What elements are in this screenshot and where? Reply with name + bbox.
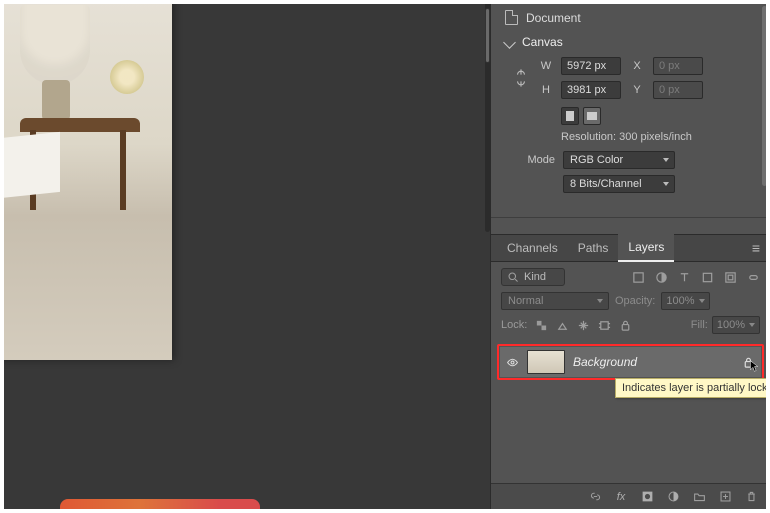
lock-label: Lock: xyxy=(501,319,527,331)
tab-layers[interactable]: Layers xyxy=(618,234,674,262)
layers-bottom-bar: fx xyxy=(491,483,770,509)
dock-fragment xyxy=(60,499,260,509)
lock-tooltip: Indicates layer is partially locked xyxy=(615,378,770,398)
properties-panel: Document Canvas W 5972 px X 0 px H 3981 … xyxy=(490,0,770,513)
search-icon xyxy=(506,270,520,284)
resolution-text: Resolution: 300 pixels/inch xyxy=(561,131,756,143)
opacity-label: Opacity: xyxy=(615,295,655,307)
tab-channels[interactable]: Channels xyxy=(497,234,568,262)
visibility-eye-icon[interactable] xyxy=(505,355,519,369)
adjustment-layer-icon[interactable] xyxy=(666,490,680,504)
orientation-landscape-button[interactable] xyxy=(583,107,601,125)
layer-thumbnail[interactable] xyxy=(527,350,565,374)
layer-name[interactable]: Background xyxy=(573,355,637,369)
panel-divider xyxy=(491,217,770,218)
document-icon xyxy=(505,10,518,25)
opacity-input[interactable]: 100% xyxy=(661,292,709,310)
canvas-section-label: Canvas xyxy=(522,35,563,49)
tab-paths[interactable]: Paths xyxy=(568,234,619,262)
lock-artboard-icon[interactable] xyxy=(597,318,611,332)
bit-depth-select[interactable]: 8 Bits/Channel xyxy=(563,175,675,193)
x-label: X xyxy=(629,60,645,72)
cursor-icon xyxy=(748,360,760,376)
blend-mode-select[interactable]: Normal xyxy=(501,292,609,310)
filter-pixel-icon[interactable] xyxy=(631,270,645,284)
width-label: W xyxy=(539,60,553,72)
document-image[interactable] xyxy=(0,0,172,360)
x-input: 0 px xyxy=(653,57,703,75)
new-group-icon[interactable] xyxy=(692,490,706,504)
height-input[interactable]: 3981 px xyxy=(561,81,621,99)
link-layers-icon[interactable] xyxy=(588,490,602,504)
layer-fx-icon[interactable]: fx xyxy=(614,490,628,504)
height-label: H xyxy=(539,84,553,96)
link-dimensions-icon[interactable] xyxy=(511,66,531,90)
layer-row-background[interactable]: Background xyxy=(497,344,764,380)
layer-filter-kind[interactable]: Kind xyxy=(501,268,565,286)
document-label: Document xyxy=(526,11,581,25)
canvas-section-toggle[interactable]: Canvas xyxy=(505,35,756,49)
orientation-portrait-button[interactable] xyxy=(561,107,579,125)
filter-toggle-icon[interactable] xyxy=(746,270,760,284)
fill-input[interactable]: 100% xyxy=(712,316,760,334)
lock-icon[interactable] xyxy=(740,354,756,370)
color-mode-select[interactable]: RGB Color xyxy=(563,151,675,169)
filter-shape-icon[interactable] xyxy=(700,270,714,284)
mode-label: Mode xyxy=(523,154,555,166)
y-label: Y xyxy=(629,84,645,96)
filter-type-icon[interactable] xyxy=(677,270,691,284)
add-mask-icon[interactable] xyxy=(640,490,654,504)
panel-menu-icon[interactable]: ≡ xyxy=(752,240,764,256)
lock-image-icon[interactable] xyxy=(555,318,569,332)
layer-filter-label: Kind xyxy=(524,271,546,283)
fill-label: Fill: xyxy=(691,319,708,331)
lock-transparency-icon[interactable] xyxy=(534,318,548,332)
y-input: 0 px xyxy=(653,81,703,99)
new-layer-icon[interactable] xyxy=(718,490,732,504)
canvas-area[interactable] xyxy=(0,0,492,505)
filter-adjustment-icon[interactable] xyxy=(654,270,668,284)
lock-position-icon[interactable] xyxy=(576,318,590,332)
delete-layer-icon[interactable] xyxy=(744,490,758,504)
lock-all-icon[interactable] xyxy=(618,318,632,332)
width-input[interactable]: 5972 px xyxy=(561,57,621,75)
filter-smartobject-icon[interactable] xyxy=(723,270,737,284)
